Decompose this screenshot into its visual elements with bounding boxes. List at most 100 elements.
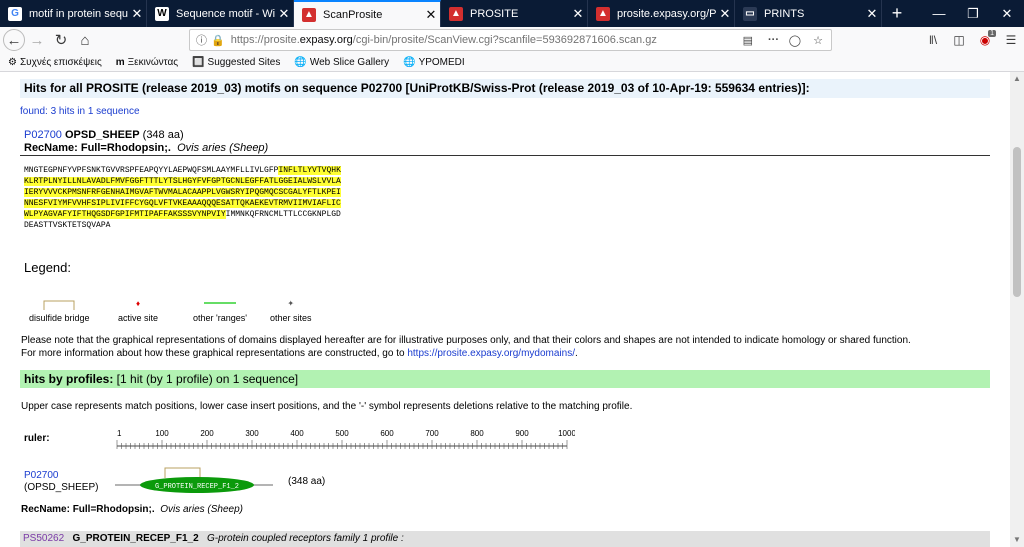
ruler-tick-label: 200	[200, 429, 214, 438]
close-icon[interactable]: ✕	[128, 6, 146, 22]
close-icon[interactable]: ✕	[569, 6, 587, 22]
mydomains-link[interactable]: https://prosite.expasy.org/mydomains/	[407, 348, 575, 359]
profile-accession-link[interactable]: P02700	[24, 470, 58, 481]
sequence-line: DEASTTVSKTETSQVAPA	[24, 220, 341, 231]
forward-button[interactable]: →	[25, 28, 49, 52]
gear-icon: ⚙	[8, 56, 17, 68]
divider	[20, 155, 990, 156]
pocket-icon[interactable]: ◯	[789, 34, 801, 47]
tab-6[interactable]: ▭ PRINTS ✕	[735, 0, 882, 27]
upper-case-note: Upper case represents match positions, l…	[21, 401, 633, 412]
close-window-icon[interactable]: ✕	[990, 0, 1024, 27]
bookmark-getting-started[interactable]: m Ξεκινώντας	[116, 57, 178, 68]
maximize-icon[interactable]: ❐	[956, 0, 990, 27]
ruler-tick-label: 1000	[558, 429, 575, 438]
lock-icon[interactable]: 🔒	[211, 34, 225, 47]
info-icon[interactable]: ⓘ	[196, 32, 207, 48]
bookmark-suggested-sites[interactable]: 🔲 Suggested Sites	[192, 57, 280, 68]
scrollbar-thumb[interactable]	[1013, 147, 1021, 297]
found-count: found: 3 hits in 1 sequence	[20, 106, 140, 117]
profile-hit-bar: PS50262 G_PROTEIN_RECEP_F1_2 G-protein c…	[20, 531, 990, 547]
close-icon[interactable]: ✕	[275, 6, 293, 22]
tab-title: Sequence motif - Wikipedi	[176, 7, 275, 20]
page-actions-icon[interactable]: ···	[768, 34, 779, 46]
profile-entry: P02700 (OPSD_SHEEP)	[24, 470, 98, 494]
sequence-segment: MNGTEGPNFYVPFSNKTGVVRSPFEAPQYYLAEPWQFSML…	[24, 166, 279, 175]
address-bar[interactable]: ⓘ 🔒 https://prosite.expasy.org/cgi-bin/p…	[189, 29, 832, 51]
close-icon[interactable]: ✕	[863, 6, 881, 22]
profile-organism: Ovis aries (Sheep)	[160, 504, 243, 515]
tab-1[interactable]: Gmotif in protein sequence✕	[0, 0, 147, 27]
legend-title: Legend:	[24, 260, 71, 275]
scroll-down-icon[interactable]: ▼	[1010, 533, 1024, 547]
legend-active-site: ♦ active site	[118, 299, 159, 323]
accession-link[interactable]: P02700	[24, 129, 62, 141]
motif-highlight: NNESFVIYMFVVHFSIPLIVIFFCYGQLVFTVKEAAAQQQ…	[24, 199, 341, 208]
ruler-tick-label: 900	[515, 429, 529, 438]
addon-icon[interactable]: ◉ 1	[972, 30, 998, 47]
minimize-icon[interactable]: —	[922, 0, 956, 27]
disulfide-bridge-mark	[164, 467, 201, 478]
domain-label: G_PROTEIN_RECEP_F1_2	[155, 483, 239, 491]
bookmark-web-slice-gallery[interactable]: 🌐 Web Slice Gallery	[294, 57, 389, 68]
legend-other-sites: ✦ other sites	[270, 299, 312, 323]
close-icon[interactable]: ✕	[422, 7, 440, 23]
tab-2[interactable]: W Sequence motif - Wikipedi✕	[147, 0, 294, 27]
motif-highlight: INFLTLYVTVQHK	[278, 166, 341, 175]
expasy-icon: ▲	[302, 7, 316, 22]
menu-icon[interactable]: ☰	[998, 33, 1024, 47]
tab-3[interactable]: ▲ ScanProsite ✕	[294, 0, 441, 27]
bookmark-most-visited[interactable]: ⚙ Συχνές επισκέψεις	[8, 57, 102, 68]
back-button[interactable]: ←	[3, 29, 25, 51]
scroll-up-icon[interactable]: ▲	[1010, 72, 1024, 86]
ruler-tick-label: 1	[117, 429, 122, 438]
ruler-tick-label: 300	[245, 429, 259, 438]
page-content: Hits for all PROSITE (release 2019_03) m…	[0, 72, 1010, 547]
sequence-segment: DEASTTVSKTETSQVAPA	[24, 221, 111, 230]
active-site-icon: ♦	[135, 299, 141, 308]
globe-icon: 🌐	[294, 56, 307, 68]
sequence-line: IERYVVVCKPMSNFRFGENHAIMGVAFTWVMALACAAPPL…	[24, 187, 341, 198]
expasy-icon: ▲	[596, 6, 610, 21]
disulfide-bridge-icon	[43, 300, 75, 310]
legend-other-ranges: other 'ranges'	[193, 299, 247, 323]
wikipedia-icon: W	[155, 6, 169, 21]
tab-title: PRINTS	[764, 7, 805, 20]
close-icon[interactable]: ✕	[716, 6, 734, 22]
tab-title: ScanProsite	[323, 8, 383, 21]
motif-highlight: WLPYAGVAFYIFTHQGSDFGPIFMTIPAFFAKSSSVYNPV…	[24, 210, 226, 219]
range-line-icon	[203, 302, 236, 304]
sequence-line: WLPYAGVAFYIFTHQGSDFGPIFMTIPAFFAKSSSVYNPV…	[24, 209, 341, 220]
domain-graphic: G_PROTEIN_RECEP_F1_2	[115, 467, 273, 493]
page-icon: ▭	[743, 6, 757, 21]
ps-accession-link[interactable]: PS50262	[23, 533, 64, 544]
disclaimer-note: Please note that the graphical represent…	[21, 335, 911, 359]
profile-length: (348 aa)	[288, 476, 326, 487]
url-text[interactable]: https://prosite.expasy.org/cgi-bin/prosi…	[231, 34, 657, 46]
sidebar-icon[interactable]: ◫	[946, 33, 972, 47]
tab-5[interactable]: ▲ prosite.expasy.org/PS5026✕	[588, 0, 735, 27]
other-site-icon: ✦	[287, 299, 295, 308]
bookmarks-toolbar: ⚙ Συχνές επισκέψεις m Ξεκινώντας 🔲 Suggeste…	[0, 53, 1024, 72]
tab-4[interactable]: ▲ PROSITE ✕	[441, 0, 588, 27]
ps-description: G-protein coupled receptors family 1 pro…	[207, 533, 404, 544]
bookmark-ypomedi[interactable]: 🌐 YPOMEDI	[403, 57, 465, 68]
reload-button[interactable]: ↻	[49, 28, 73, 52]
navigation-toolbar: ← → ↻ ⌂ ⓘ 🔒 https://prosite.expasy.org/c…	[0, 27, 1024, 53]
tab-strip: Gmotif in protein sequence✕ W Sequence mot…	[0, 0, 1024, 27]
expasy-icon: ▲	[449, 6, 463, 21]
tab-title: prosite.expasy.org/PS5026	[617, 7, 716, 20]
reader-view-icon[interactable]: ▤	[743, 34, 753, 47]
ps-name: G_PROTEIN_RECEP_F1_2	[72, 533, 199, 544]
hits-header: Hits for all PROSITE (release 2019_03) m…	[20, 79, 990, 98]
ruler-tick-label: 400	[290, 429, 304, 438]
vertical-scrollbar[interactable]: ▲ ▼	[1010, 72, 1024, 547]
new-tab-button[interactable]: +	[882, 0, 912, 27]
bookmark-star-icon[interactable]: ☆	[813, 34, 823, 47]
window-controls: — ❐ ✕	[922, 0, 1024, 27]
ruler-tick-label: 700	[425, 429, 439, 438]
home-button[interactable]: ⌂	[73, 28, 97, 52]
tab-title: PROSITE	[470, 7, 519, 20]
library-icon[interactable]: ‖\	[920, 33, 946, 47]
ruler-label: ruler:	[24, 433, 50, 444]
